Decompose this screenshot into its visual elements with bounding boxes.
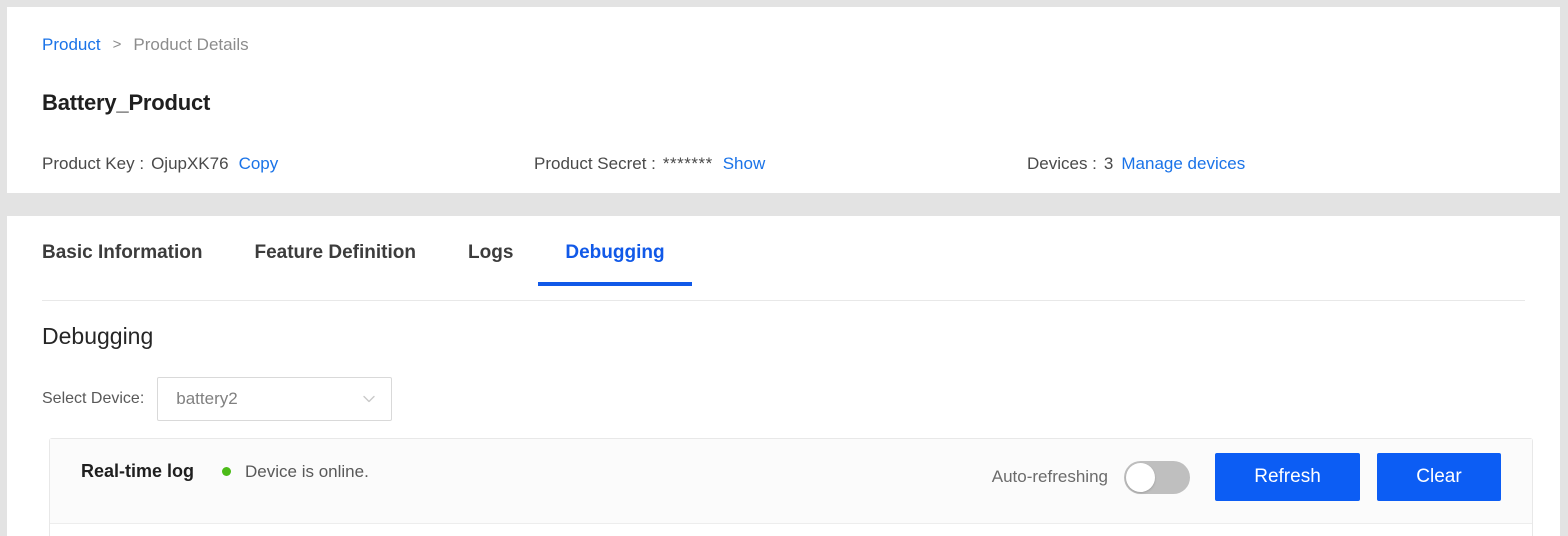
real-time-log-controls: Auto-refreshing Refresh Clear xyxy=(992,453,1501,501)
tab-feature-definition[interactable]: Feature Definition xyxy=(254,232,416,264)
breadcrumb: Product > Product Details xyxy=(42,33,249,57)
tab-strip: Basic Information Feature Definition Log… xyxy=(42,232,1525,300)
devices-label: Devices : xyxy=(1027,154,1097,173)
real-time-log-panel: Real-time log Device is online. Auto-ref… xyxy=(49,438,1533,536)
section-title-debugging: Debugging xyxy=(42,323,154,349)
devices-group: Devices : 3 Manage devices xyxy=(1027,150,1245,178)
tab-bar: Basic Information Feature Definition Log… xyxy=(42,232,1525,304)
product-secret-masked-value: ******* xyxy=(662,154,713,173)
tab-logs[interactable]: Logs xyxy=(468,232,513,264)
device-select[interactable]: battery2 xyxy=(157,377,393,421)
clear-button[interactable]: Clear xyxy=(1377,453,1501,501)
show-product-secret-button[interactable]: Show xyxy=(723,150,766,178)
auto-refreshing-toggle[interactable] xyxy=(1124,460,1190,494)
copy-product-key-button[interactable]: Copy xyxy=(239,150,279,178)
breadcrumb-link-product[interactable]: Product xyxy=(42,33,101,57)
page-title: Battery_Product xyxy=(42,90,211,115)
tab-bar-divider xyxy=(42,300,1525,301)
real-time-log-title-group: Real-time log Device is online. xyxy=(81,461,369,482)
select-device-row: Select Device: battery2 xyxy=(42,377,393,421)
auto-refreshing-toggle-knob xyxy=(1126,462,1155,492)
auto-refreshing-label: Auto-refreshing xyxy=(991,467,1108,486)
manage-devices-link[interactable]: Manage devices xyxy=(1121,150,1245,178)
product-meta-row: Product Key : OjupXK76 Copy Product Secr… xyxy=(7,150,1560,178)
breadcrumb-separator-icon: > xyxy=(112,36,122,53)
product-secret-label: Product Secret : xyxy=(534,154,656,173)
device-online-status-dot-icon xyxy=(222,467,232,476)
chevron-down-icon xyxy=(361,391,377,407)
product-key-label: Product Key : xyxy=(42,154,145,173)
devices-count: 3 xyxy=(1103,154,1114,173)
tab-debugging[interactable]: Debugging xyxy=(538,232,692,286)
product-key-group: Product Key : OjupXK76 Copy xyxy=(42,150,278,178)
device-select-value: battery2 xyxy=(176,389,238,408)
real-time-log-header: Real-time log Device is online. Auto-ref… xyxy=(50,439,1532,524)
tab-basic-information[interactable]: Basic Information xyxy=(42,232,202,264)
breadcrumb-current-product-details: Product Details xyxy=(133,35,249,54)
real-time-log-title: Real-time log xyxy=(81,461,195,481)
refresh-button[interactable]: Refresh xyxy=(1215,453,1360,501)
product-header-card: Product > Product Details Battery_Produc… xyxy=(7,7,1560,193)
select-device-label: Select Device: xyxy=(42,390,145,407)
page-root: Product > Product Details Battery_Produc… xyxy=(0,0,1568,536)
product-key-value: OjupXK76 xyxy=(151,154,229,173)
product-secret-group: Product Secret : ******* Show xyxy=(534,150,765,178)
device-status-text: Device is online. xyxy=(245,461,369,481)
product-content-card: Basic Information Feature Definition Log… xyxy=(7,216,1560,536)
